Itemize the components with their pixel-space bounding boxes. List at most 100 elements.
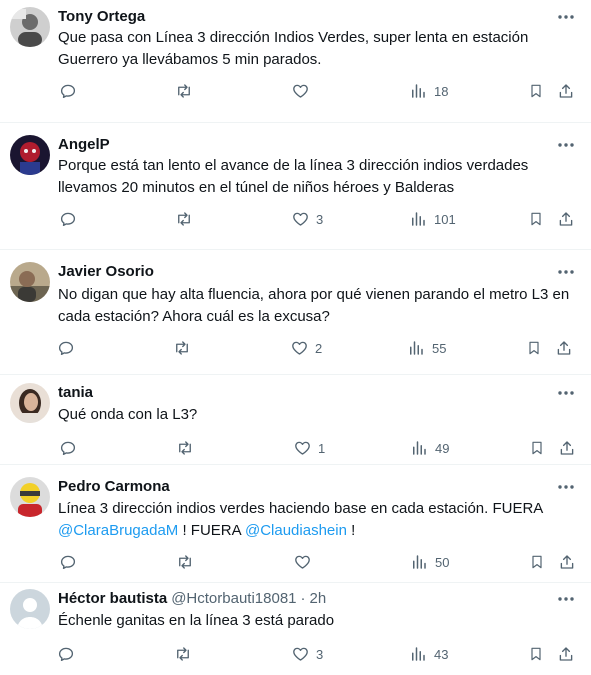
bookmark-icon (531, 84, 541, 98)
author-name[interactable]: Héctor bautista (58, 589, 167, 609)
more-icon (558, 270, 574, 274)
reply-button[interactable] (58, 550, 78, 574)
like-count: 3 (316, 211, 324, 227)
mention-link[interactable]: @ClaraBrugadaM (58, 522, 178, 539)
reply-button[interactable] (58, 207, 78, 231)
more-options-button[interactable] (553, 589, 579, 609)
author-name[interactable]: Pedro Carmona (58, 477, 170, 497)
share-icon (559, 212, 573, 226)
more-options-button[interactable] (553, 135, 579, 155)
bookmark-icon (532, 555, 542, 569)
tweet[interactable]: AngelP Porque está tan lento el avance d… (0, 123, 591, 250)
like-count: 3 (316, 646, 324, 662)
tweet-header: Tony Ortega (58, 7, 145, 27)
more-options-button[interactable] (553, 383, 579, 403)
views-icon (412, 212, 425, 226)
avatar[interactable] (10, 477, 50, 517)
avatar-photo-icon (10, 477, 50, 517)
retweet-icon (179, 555, 191, 569)
tweet-text: Porque está tan lento el avance de la lí… (58, 157, 529, 196)
bookmark-button[interactable] (527, 436, 547, 460)
share-button[interactable] (556, 207, 576, 231)
more-icon (558, 15, 574, 19)
bookmark-button[interactable] (526, 207, 546, 231)
retweet-button[interactable] (173, 642, 193, 666)
views-button[interactable]: 50 (409, 550, 449, 574)
like-button[interactable] (290, 79, 316, 103)
share-icon (559, 84, 573, 98)
more-options-button[interactable] (553, 7, 579, 27)
views-count: 18 (434, 83, 449, 99)
share-button[interactable] (556, 79, 576, 103)
tweet[interactable]: tania Qué onda con la L3? 1 49 (0, 375, 591, 465)
like-count: 1 (318, 440, 326, 456)
tweet-text-segment: ! FUERA (178, 522, 245, 539)
views-button[interactable]: 43 (408, 642, 448, 666)
author-name[interactable]: Javier Osorio (58, 262, 154, 282)
reply-button[interactable] (58, 79, 78, 103)
tweet[interactable]: Javier Osorio No digan que hay alta flue… (0, 250, 591, 375)
views-button[interactable]: 49 (409, 436, 449, 460)
like-icon (294, 441, 310, 455)
reply-icon (58, 647, 74, 662)
views-icon (413, 555, 426, 569)
avatar[interactable] (10, 589, 50, 629)
bookmark-button[interactable] (527, 550, 547, 574)
share-button[interactable] (557, 550, 577, 574)
mention-link[interactable]: @Claudiashein (245, 522, 347, 539)
like-button[interactable]: 2 (289, 336, 322, 360)
share-button[interactable] (554, 336, 574, 360)
views-count: 49 (435, 440, 450, 456)
share-button[interactable] (556, 642, 576, 666)
like-icon (292, 212, 308, 226)
reply-button[interactable] (56, 336, 76, 360)
like-button[interactable]: 3 (290, 642, 323, 666)
reply-icon (60, 555, 76, 570)
avatar-photo-icon (10, 383, 50, 423)
like-button[interactable] (292, 550, 318, 574)
author-name[interactable]: tania (58, 383, 93, 403)
retweet-button[interactable] (175, 436, 195, 460)
tweet-header: Héctor bautista @Hctorbauti18081 · 2h (58, 589, 326, 609)
tweet-text-segment: ! (346, 522, 356, 539)
tweet[interactable]: Héctor bautista @Hctorbauti18081 · 2h Éc… (0, 583, 591, 675)
avatar[interactable] (10, 262, 50, 302)
author-name[interactable]: AngelP (58, 135, 110, 155)
views-button[interactable]: 101 (408, 207, 456, 231)
tweet-actions: 50 (0, 550, 591, 574)
default-avatar-icon (10, 589, 50, 629)
more-options-button[interactable] (553, 477, 579, 497)
retweet-button[interactable] (174, 79, 194, 103)
like-button[interactable]: 1 (292, 436, 325, 460)
views-count: 50 (435, 554, 450, 570)
retweet-button[interactable] (172, 336, 192, 360)
tweet-actions: 2 55 (0, 336, 591, 360)
like-count: 2 (315, 340, 323, 356)
tweet-actions: 18 (0, 79, 591, 103)
bookmark-button[interactable] (524, 336, 544, 360)
reply-icon (58, 341, 74, 356)
reply-button[interactable] (56, 642, 76, 666)
more-options-button[interactable] (553, 262, 579, 282)
retweet-button[interactable] (174, 207, 194, 231)
author-name[interactable]: Tony Ortega (58, 7, 145, 27)
share-icon (557, 341, 571, 355)
like-button[interactable]: 3 (290, 207, 323, 231)
tweet-header: Javier Osorio (58, 262, 154, 282)
author-handle[interactable]: @Hctorbauti18081 (171, 589, 296, 609)
bookmark-button[interactable] (526, 642, 546, 666)
tweet[interactable]: Tony Ortega Que pasa con Línea 3 direcci… (0, 0, 591, 123)
avatar[interactable] (10, 7, 50, 47)
bookmark-button[interactable] (526, 79, 546, 103)
avatar[interactable] (10, 135, 50, 175)
tweet-actions: 1 49 (0, 436, 591, 460)
avatar[interactable] (10, 383, 50, 423)
tweet[interactable]: Pedro Carmona Línea 3 dirección indios v… (0, 465, 591, 583)
timestamp[interactable]: 2h (310, 589, 327, 609)
tweet-header: AngelP (58, 135, 110, 155)
reply-button[interactable] (58, 436, 78, 460)
views-button[interactable]: 18 (408, 79, 448, 103)
share-button[interactable] (557, 436, 577, 460)
views-button[interactable]: 55 (406, 336, 446, 360)
retweet-button[interactable] (175, 550, 195, 574)
